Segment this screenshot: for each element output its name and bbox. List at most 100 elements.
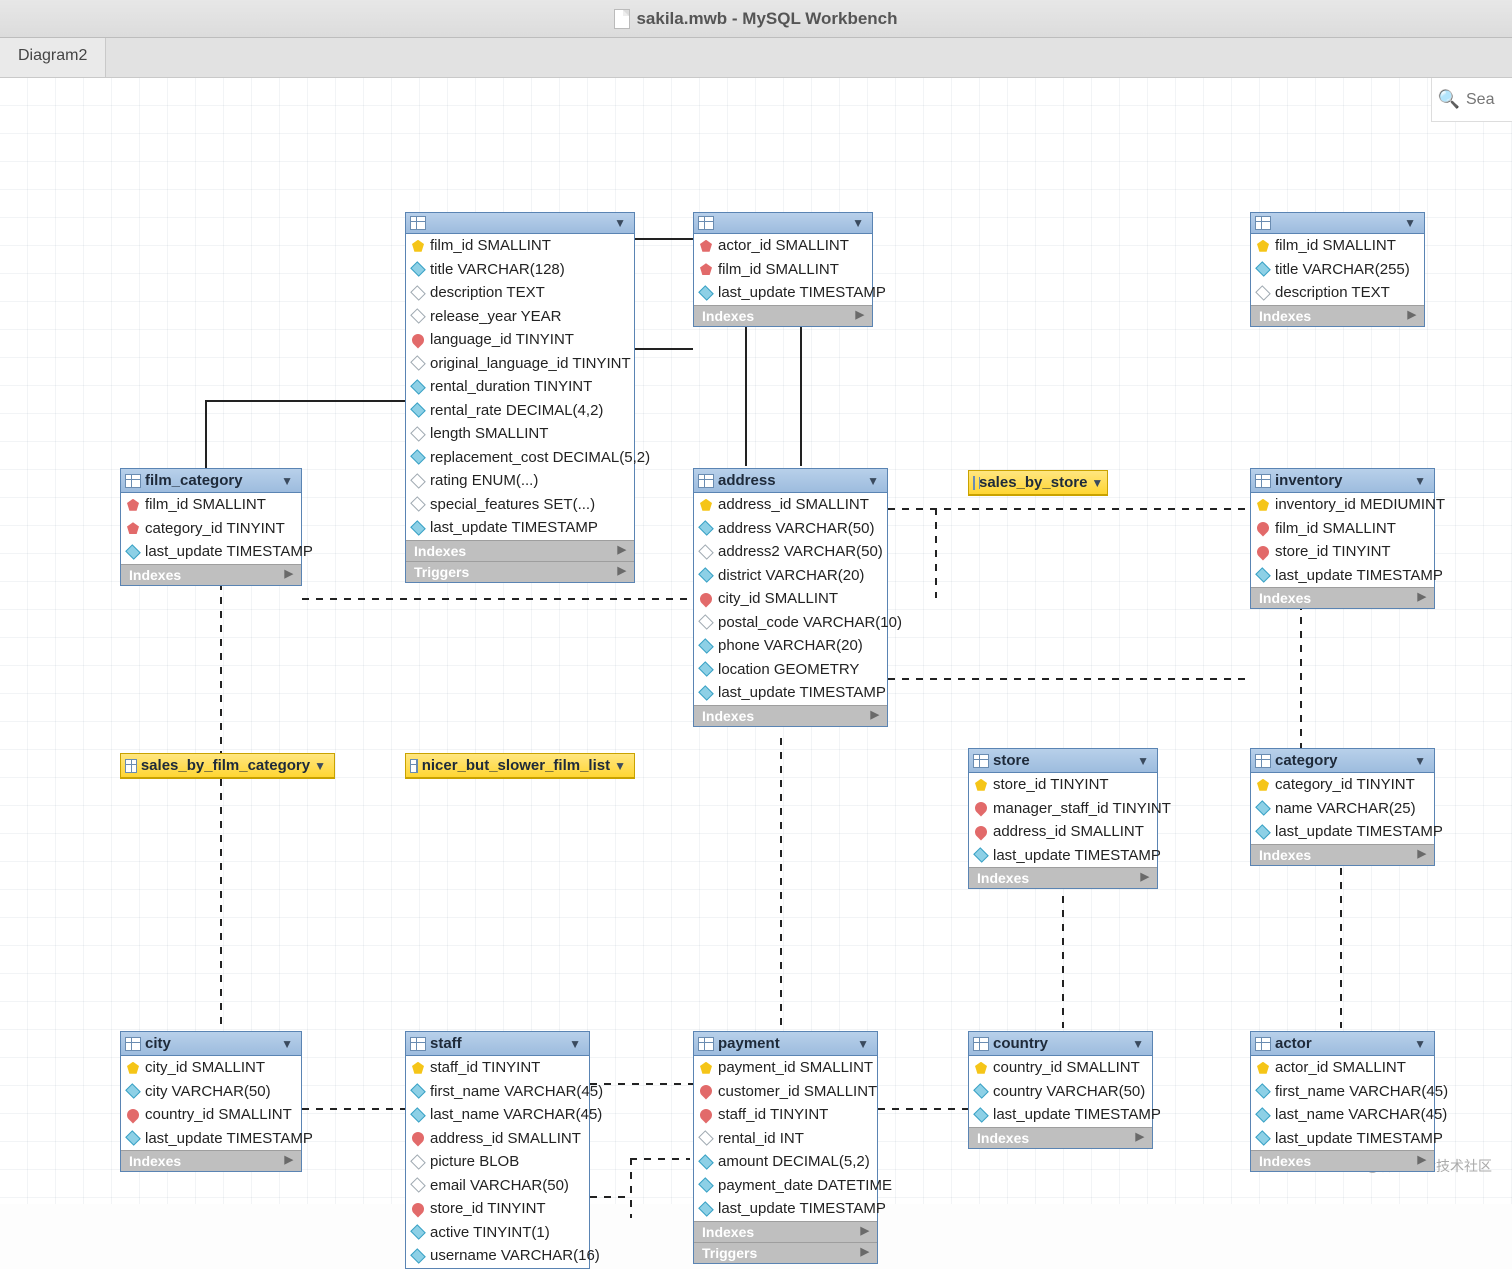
entity-category[interactable]: category▼category_id TINYINTname VARCHAR… (1250, 748, 1435, 866)
entity-staff[interactable]: staff▼staff_id TINYINTfirst_name VARCHAR… (405, 1031, 590, 1269)
search-box[interactable]: 🔍 (1431, 78, 1512, 122)
column-row[interactable]: last_update TIMESTAMP (406, 516, 634, 540)
entity-header[interactable]: ▼ (1251, 213, 1424, 234)
column-row[interactable]: address VARCHAR(50) (694, 517, 887, 541)
column-row[interactable]: actor_id SMALLINT (694, 234, 872, 258)
column-row[interactable]: rating ENUM(...) (406, 469, 634, 493)
column-row[interactable]: country_id SMALLINT (121, 1103, 301, 1127)
section-indexes[interactable]: Indexes▶ (121, 564, 301, 585)
entity-address[interactable]: address▼address_id SMALLINTaddress VARCH… (693, 468, 888, 727)
column-row[interactable]: description TEXT (1251, 281, 1424, 305)
entity-header[interactable]: category▼ (1251, 749, 1434, 773)
column-row[interactable]: last_update TIMESTAMP (121, 1127, 301, 1151)
column-row[interactable]: inventory_id MEDIUMINT (1251, 493, 1434, 517)
entity-film_text[interactable]: ▼film_id SMALLINTtitle VARCHAR(255)descr… (1250, 212, 1425, 327)
column-row[interactable]: country_id SMALLINT (969, 1056, 1152, 1080)
entity-header[interactable]: nicer_but_slower_film_list▼ (406, 754, 634, 778)
column-row[interactable]: postal_code VARCHAR(10) (694, 611, 887, 635)
column-row[interactable]: last_update TIMESTAMP (121, 540, 301, 564)
column-row[interactable]: picture BLOB (406, 1150, 589, 1174)
column-row[interactable]: rental_duration TINYINT (406, 375, 634, 399)
column-row[interactable]: email VARCHAR(50) (406, 1174, 589, 1198)
section-indexes[interactable]: Indexes▶ (969, 1127, 1152, 1148)
entity-header[interactable]: staff▼ (406, 1032, 589, 1056)
section-indexes[interactable]: Indexes▶ (969, 867, 1157, 888)
column-row[interactable]: city VARCHAR(50) (121, 1080, 301, 1104)
section-triggers[interactable]: Triggers▶ (694, 1242, 877, 1263)
entity-header[interactable]: city▼ (121, 1032, 301, 1056)
column-row[interactable]: store_id TINYINT (969, 773, 1157, 797)
entity-header[interactable]: film_category▼ (121, 469, 301, 493)
section-indexes[interactable]: Indexes▶ (1251, 844, 1434, 865)
entity-inventory[interactable]: inventory▼inventory_id MEDIUMINTfilm_id … (1250, 468, 1435, 609)
column-row[interactable]: description TEXT (406, 281, 634, 305)
column-row[interactable]: title VARCHAR(255) (1251, 258, 1424, 282)
entity-country[interactable]: country▼country_id SMALLINTcountry VARCH… (968, 1031, 1153, 1149)
entity-header[interactable]: ▼ (694, 213, 872, 234)
entity-sales_by_film_category[interactable]: sales_by_film_category▼ (120, 753, 335, 779)
column-row[interactable]: customer_id SMALLINT (694, 1080, 877, 1104)
column-row[interactable]: store_id TINYINT (1251, 540, 1434, 564)
column-row[interactable]: language_id TINYINT (406, 328, 634, 352)
section-indexes[interactable]: Indexes▶ (1251, 587, 1434, 608)
section-indexes[interactable]: Indexes▶ (1251, 1150, 1434, 1171)
column-row[interactable]: rental_rate DECIMAL(4,2) (406, 399, 634, 423)
column-row[interactable]: length SMALLINT (406, 422, 634, 446)
entity-sales_by_store[interactable]: sales_by_store▼ (968, 470, 1108, 496)
column-row[interactable]: last_name VARCHAR(45) (406, 1103, 589, 1127)
column-row[interactable]: last_update TIMESTAMP (1251, 1127, 1434, 1151)
column-row[interactable]: address2 VARCHAR(50) (694, 540, 887, 564)
column-row[interactable]: film_id SMALLINT (1251, 517, 1434, 541)
column-row[interactable]: address_id SMALLINT (406, 1127, 589, 1151)
column-row[interactable]: staff_id TINYINT (694, 1103, 877, 1127)
entity-header[interactable]: country▼ (969, 1032, 1152, 1056)
column-row[interactable]: phone VARCHAR(20) (694, 634, 887, 658)
column-row[interactable]: film_id SMALLINT (121, 493, 301, 517)
column-row[interactable]: replacement_cost DECIMAL(5,2) (406, 446, 634, 470)
column-row[interactable]: special_features SET(...) (406, 493, 634, 517)
column-row[interactable]: payment_date DATETIME (694, 1174, 877, 1198)
column-row[interactable]: address_id SMALLINT (694, 493, 887, 517)
entity-film[interactable]: ▼film_id SMALLINTtitle VARCHAR(128)descr… (405, 212, 635, 583)
column-row[interactable]: active TINYINT(1) (406, 1221, 589, 1245)
column-row[interactable]: last_update TIMESTAMP (694, 681, 887, 705)
entity-header[interactable]: sales_by_film_category▼ (121, 754, 334, 778)
column-row[interactable]: last_update TIMESTAMP (694, 281, 872, 305)
column-row[interactable]: original_language_id TINYINT (406, 352, 634, 376)
entity-nicer_but_slower_film_list[interactable]: nicer_but_slower_film_list▼ (405, 753, 635, 779)
entity-film_actor_top[interactable]: ▼actor_id SMALLINTfilm_id SMALLINTlast_u… (693, 212, 873, 327)
entity-header[interactable]: actor▼ (1251, 1032, 1434, 1056)
column-row[interactable]: last_update TIMESTAMP (969, 1103, 1152, 1127)
entity-actor[interactable]: actor▼actor_id SMALLINTfirst_name VARCHA… (1250, 1031, 1435, 1172)
entity-header[interactable]: inventory▼ (1251, 469, 1434, 493)
column-row[interactable]: last_update TIMESTAMP (1251, 564, 1434, 588)
entity-store[interactable]: store▼store_id TINYINTmanager_staff_id T… (968, 748, 1158, 889)
column-row[interactable]: film_id SMALLINT (406, 234, 634, 258)
entity-header[interactable]: ▼ (406, 213, 634, 234)
section-indexes[interactable]: Indexes▶ (694, 305, 872, 326)
column-row[interactable]: amount DECIMAL(5,2) (694, 1150, 877, 1174)
column-row[interactable]: payment_id SMALLINT (694, 1056, 877, 1080)
column-row[interactable]: store_id TINYINT (406, 1197, 589, 1221)
column-row[interactable]: city_id SMALLINT (121, 1056, 301, 1080)
section-indexes[interactable]: Indexes▶ (694, 1221, 877, 1242)
column-row[interactable]: title VARCHAR(128) (406, 258, 634, 282)
entity-film_category[interactable]: film_category▼film_id SMALLINTcategory_i… (120, 468, 302, 586)
column-row[interactable]: address_id SMALLINT (969, 820, 1157, 844)
column-row[interactable]: film_id SMALLINT (694, 258, 872, 282)
column-row[interactable]: city_id SMALLINT (694, 587, 887, 611)
column-row[interactable]: username VARCHAR(16) (406, 1244, 589, 1268)
column-row[interactable]: actor_id SMALLINT (1251, 1056, 1434, 1080)
column-row[interactable]: name VARCHAR(25) (1251, 797, 1434, 821)
column-row[interactable]: location GEOMETRY (694, 658, 887, 682)
column-row[interactable]: release_year YEAR (406, 305, 634, 329)
entity-header[interactable]: payment▼ (694, 1032, 877, 1056)
column-row[interactable]: district VARCHAR(20) (694, 564, 887, 588)
column-row[interactable]: category_id TINYINT (121, 517, 301, 541)
er-canvas[interactable]: @稀土掘金技术社区 film_category▼film_id SMALLINT… (0, 78, 1512, 1204)
column-row[interactable]: last_name VARCHAR(45) (1251, 1103, 1434, 1127)
column-row[interactable]: manager_staff_id TINYINT (969, 797, 1157, 821)
column-row[interactable]: last_update TIMESTAMP (694, 1197, 877, 1221)
column-row[interactable]: staff_id TINYINT (406, 1056, 589, 1080)
section-indexes[interactable]: Indexes▶ (1251, 305, 1424, 326)
